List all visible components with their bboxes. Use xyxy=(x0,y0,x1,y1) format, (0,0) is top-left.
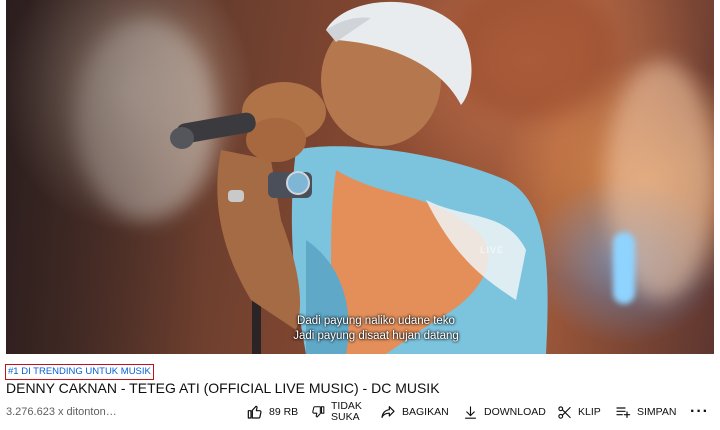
video-player[interactable]: LIVE Dadi payung naliko udane teko Jadi … xyxy=(6,0,714,354)
thumbs-down-icon xyxy=(312,406,325,418)
share-label: BAGIKAN xyxy=(402,406,449,418)
video-title: DENNY CAKNAN - TETEG ATI (OFFICIAL LIVE … xyxy=(6,380,440,396)
thumbs-up-icon xyxy=(247,405,262,419)
video-frame-singer xyxy=(170,1,548,354)
more-icon: ··· xyxy=(690,403,709,420)
download-icon xyxy=(464,405,477,419)
download-button[interactable]: DOWNLOAD xyxy=(463,399,546,425)
like-button[interactable]: 89 RB xyxy=(247,399,298,425)
playlist-add-icon xyxy=(616,407,631,418)
save-label: SIMPAN xyxy=(637,406,677,418)
clip-label: KLIP xyxy=(578,406,601,418)
more-actions-button[interactable]: ··· xyxy=(690,399,709,425)
video-actions-bar: 89 RB TIDAK SUKA BAGIKAN DOWNLOAD KLIP S… xyxy=(0,399,720,425)
subtitle-line-2: Jadi payung disaat hujan datang xyxy=(293,330,459,342)
dislike-button[interactable]: TIDAK SUKA xyxy=(311,399,371,425)
scissors-icon xyxy=(558,405,571,419)
share-arrow-icon xyxy=(381,406,395,418)
video-subtitles: Dadi payung naliko udane teko Jadi payun… xyxy=(256,314,496,344)
video-watermark: LIVE xyxy=(480,245,505,255)
share-button[interactable]: BAGIKAN xyxy=(380,399,449,425)
clip-button[interactable]: KLIP xyxy=(557,399,601,425)
dislike-label: TIDAK SUKA xyxy=(331,400,362,423)
subtitle-line-1: Dadi payung naliko udane teko xyxy=(297,315,455,327)
trending-tag-link[interactable]: #1 DI TRENDING UNTUK MUSIK xyxy=(5,364,154,380)
download-label: DOWNLOAD xyxy=(484,406,546,418)
like-count: 89 RB xyxy=(269,406,299,418)
save-button[interactable]: SIMPAN xyxy=(615,399,676,425)
